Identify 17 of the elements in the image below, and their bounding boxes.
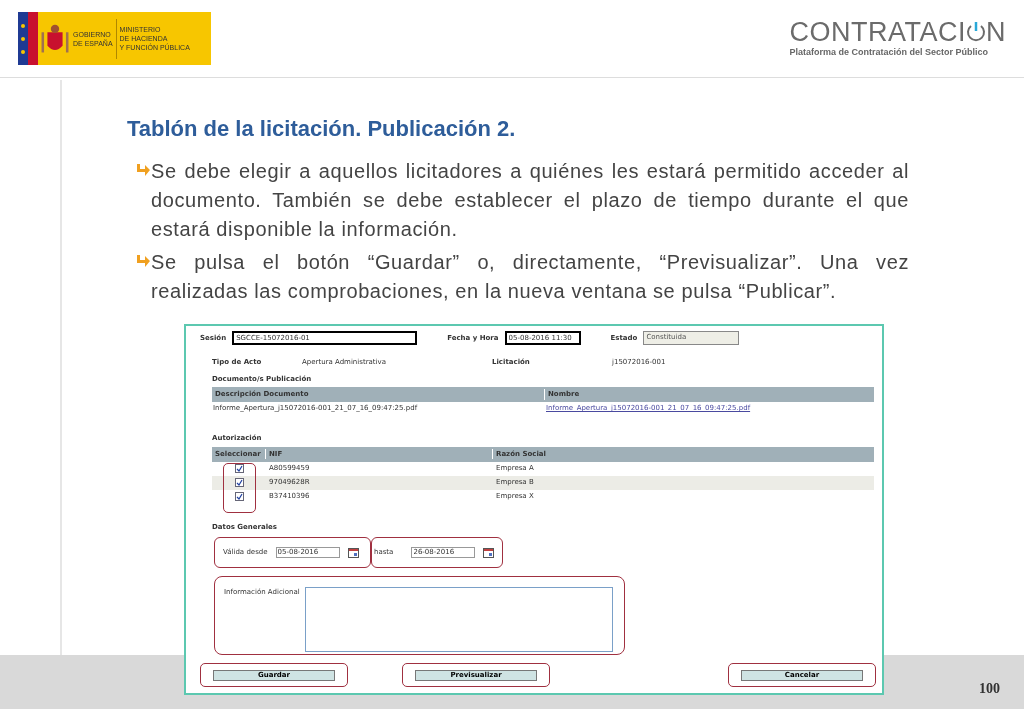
bullet-arrow-icon — [135, 162, 151, 178]
slide-title: Tablón de la licitación. Publicación 2. — [127, 115, 517, 143]
checkbox[interactable] — [234, 478, 244, 487]
brand-subtitle: Plataforma de Contratación del Sector Público — [789, 45, 989, 59]
calendar-icon[interactable] — [347, 547, 359, 558]
bullet-arrow-icon — [135, 253, 151, 269]
bullet-text: Se pulsa el botón “Guardar” o, directamente, “Previsualizar”. Una vez realizadas las comprobaciones, en la nueva ventana se pulsa “Publicar”. — [151, 250, 909, 304]
calendar-icon[interactable] — [483, 547, 495, 558]
brand-name: CONTRATACI — [789, 17, 966, 46]
highlight-frame — [223, 462, 256, 513]
checkbox[interactable] — [234, 492, 244, 501]
text-area[interactable] — [305, 587, 613, 652]
bullet-text: Se debe elegir a aquellos licitadores a quiénes les estará permitido acceder al documento. También se debe establecer el plazo de tiempo durante el que estará disponible la información. — [151, 159, 909, 242]
checkbox[interactable] — [234, 464, 244, 473]
brand-name: N — [986, 17, 1006, 46]
page-number: 100 — [979, 680, 1000, 698]
power-icon — [966, 20, 986, 43]
